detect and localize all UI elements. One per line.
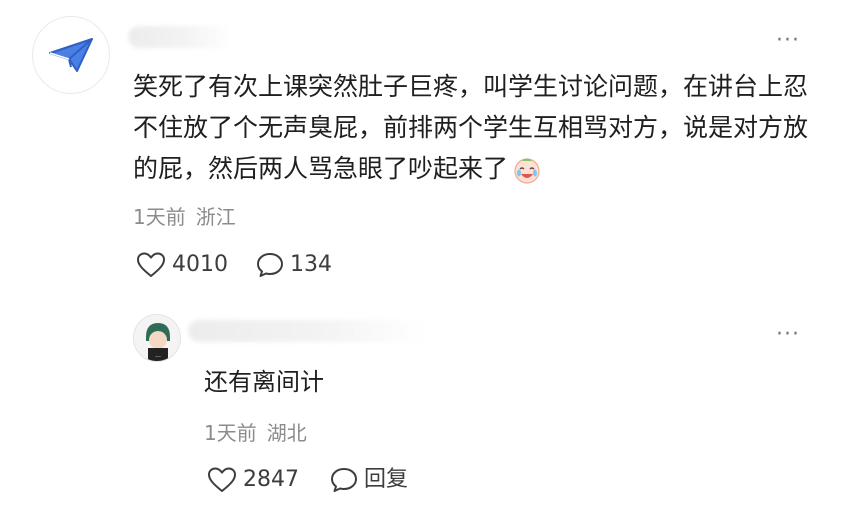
replier-avatar[interactable]: ··· — [133, 314, 181, 362]
laughing-crying-emoji-icon — [512, 155, 542, 185]
heart-icon — [208, 467, 236, 492]
comment-body: 笑死了有次上课突然肚子巨疼，叫学生讨论问题，在讲台上忍不住放了个无声臭屁，前排两… — [133, 72, 809, 183]
reply-more-options-button[interactable]: ··· — [776, 324, 800, 346]
reply-button[interactable]: 回复 — [330, 467, 408, 493]
speech-bubble-icon — [257, 253, 283, 277]
speech-bubble-icon — [331, 468, 357, 492]
comment-count: 134 — [290, 252, 332, 277]
svg-text:···: ··· — [155, 354, 161, 361]
comment-location: 浙江 — [195, 205, 236, 229]
like-count: 4010 — [172, 252, 228, 277]
reply-label: 回复 — [364, 467, 409, 492]
reply-location: 湖北 — [266, 421, 307, 445]
commenter-name[interactable] — [128, 26, 232, 48]
reply-time: 1天前 — [204, 421, 257, 445]
reply-text: 还有离间计 — [204, 368, 324, 396]
heart-icon — [137, 252, 165, 277]
comment-time: 1天前 — [133, 205, 186, 229]
reply-meta: 1天前 湖北 — [204, 421, 307, 445]
reply-like-button[interactable]: 2847 — [207, 467, 299, 493]
reply-like-count: 2847 — [243, 467, 299, 492]
more-options-button[interactable]: ··· — [776, 30, 800, 52]
like-button[interactable]: 4010 — [136, 252, 228, 278]
replier-name[interactable] — [188, 320, 426, 342]
comment-text: 笑死了有次上课突然肚子巨疼，叫学生讨论问题，在讲台上忍不住放了个无声臭屁，前排两… — [133, 66, 813, 189]
comment-meta: 1天前 浙江 — [133, 205, 236, 229]
cartoon-avatar-icon: ··· — [134, 315, 180, 361]
paper-plane-icon — [49, 38, 93, 72]
commenter-avatar[interactable] — [32, 16, 110, 94]
comment-button[interactable]: 134 — [256, 252, 332, 278]
